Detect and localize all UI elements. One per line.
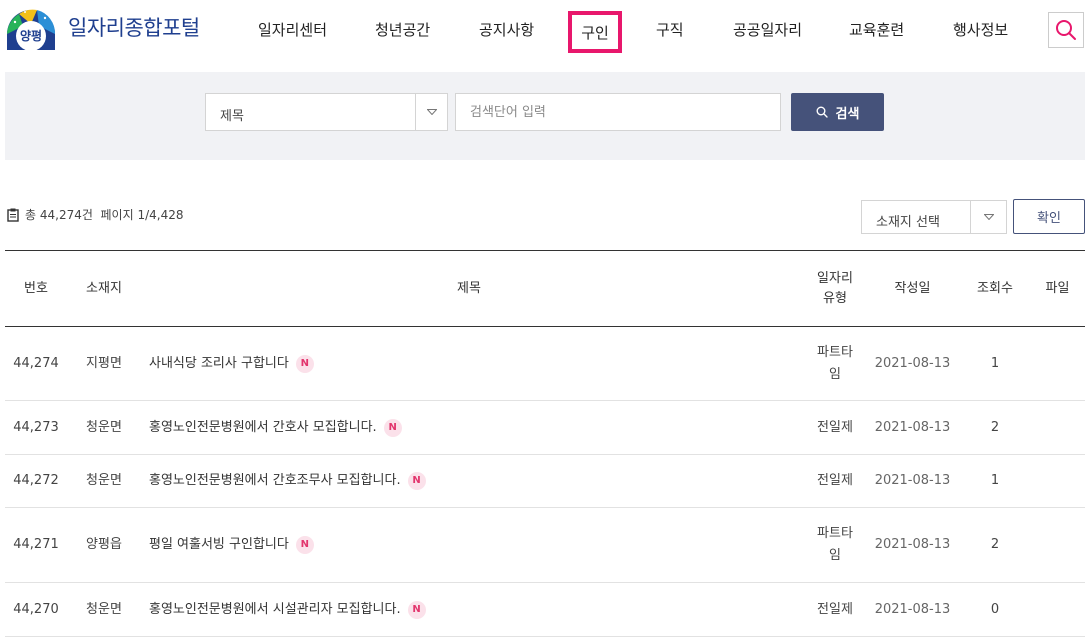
- row-title-cell: 평일 여훌서빙 구인합니다 N: [149, 508, 789, 582]
- row-views: 0: [990, 601, 1000, 617]
- row-views: 2: [990, 537, 1000, 552]
- row-title-cell: 홍영노인전문병원에서 간호사 모집합니다. N: [149, 401, 789, 454]
- result-summary: 총 44,274건 페이지 1/4,428: [7, 206, 183, 223]
- row-num: 44,271: [13, 537, 59, 552]
- row-num: 44,274: [13, 355, 59, 371]
- row-location: 청운면: [86, 419, 122, 435]
- new-badge: N: [295, 536, 314, 554]
- nav-item-notice[interactable]: 공지사항: [479, 19, 534, 40]
- chevron-down-icon[interactable]: [415, 94, 447, 130]
- nav-item-recruit-label: 구인: [581, 23, 609, 42]
- header-views: 조회수: [977, 280, 1013, 296]
- row-date: 2021-08-13: [874, 537, 951, 552]
- search-band: 제목 검색: [5, 72, 1085, 160]
- row-title-cell: 홍영노인전문병원에서 시설관리자 모집합니다. N: [149, 583, 789, 636]
- row-location: 청운면: [86, 601, 122, 617]
- table-header: 번호 소재지 제목 일자리 유형 작성일 조회수 파일: [5, 250, 1085, 327]
- confirm-button[interactable]: 확인: [1013, 199, 1085, 234]
- site-logo[interactable]: 양평: [5, 4, 57, 50]
- row-type: 파트타 임: [800, 327, 870, 400]
- header-file: 파일: [1045, 280, 1070, 296]
- header-type-line2: 유형: [823, 290, 847, 306]
- new-badge: N: [383, 418, 402, 437]
- row-file: [1030, 508, 1085, 582]
- location-select-value: 소재지 선택: [876, 215, 940, 230]
- row-views: 1: [990, 473, 1000, 488]
- search-field-select[interactable]: 제목: [205, 93, 448, 131]
- row-title-link[interactable]: 홍영노인전문병원에서 시설관리자 모집합니다.: [149, 599, 401, 621]
- header-type-line1: 일자리: [817, 270, 853, 286]
- new-badge: N: [407, 472, 426, 490]
- row-file: [1030, 583, 1085, 636]
- row-num: 44,273: [13, 419, 59, 435]
- row-date: 2021-08-13: [874, 473, 951, 488]
- row-type: 파트타 임: [800, 508, 870, 582]
- header-title: 제목: [457, 280, 481, 296]
- row-num: 44,272: [13, 473, 59, 488]
- row-title-cell: 홍영노인전문병원에서 간호조무사 모집합니다. N: [149, 455, 789, 507]
- table-row[interactable]: 44,270 청운면 홍영노인전문병원에서 시설관리자 모집합니다. N 전일제…: [5, 583, 1085, 637]
- row-views: 1: [990, 355, 1000, 371]
- header-num: 번호: [24, 280, 48, 296]
- header-location: 소재지: [86, 280, 122, 296]
- row-type-line1: 파트타: [817, 344, 853, 360]
- row-title-link[interactable]: 평일 여훌서빙 구인합니다: [149, 534, 289, 556]
- table-row[interactable]: 44,272 청운면 홍영노인전문병원에서 간호조무사 모집합니다. N 전일제…: [5, 455, 1085, 508]
- row-type-line2: 임: [829, 548, 841, 563]
- new-badge: N: [295, 354, 314, 373]
- search-button-label: 검색: [835, 106, 860, 122]
- search-icon: [1056, 20, 1076, 40]
- table-row[interactable]: 44,271 양평읍 평일 여훌서빙 구인합니다 N 파트타 임 2021-08…: [5, 508, 1085, 583]
- header-date: 작성일: [894, 280, 931, 296]
- nav-item-youth[interactable]: 청년공간: [375, 19, 430, 40]
- row-title-link[interactable]: 홍영노인전문병원에서 간호사 모집합니다.: [149, 417, 377, 439]
- row-date: 2021-08-13: [874, 355, 951, 371]
- row-date: 2021-08-13: [874, 419, 951, 435]
- result-summary-text: 총 44,274건 페이지 1/4,428: [25, 208, 184, 222]
- job-table: 번호 소재지 제목 일자리 유형 작성일 조회수 파일 44,274 지평면 사…: [5, 250, 1085, 637]
- row-location: 청운면: [86, 473, 122, 488]
- row-num: 44,270: [13, 601, 59, 617]
- row-type-line1: 파트타: [817, 526, 853, 541]
- table-row[interactable]: 44,274 지평면 사내식당 조리사 구합니다 N 파트타 임 2021-08…: [5, 327, 1085, 401]
- search-icon: [816, 106, 828, 118]
- location-select[interactable]: 소재지 선택: [861, 200, 1007, 234]
- nav-item-recruit[interactable]: 구인: [568, 11, 622, 53]
- site-header: 양평 일자리종합포털 일자리센터 청년공간 공지사항 구인 구직 공공일자리 교…: [0, 0, 1089, 65]
- logo-text: 양평: [19, 29, 43, 43]
- row-type-line2: 임: [829, 366, 841, 382]
- row-type: 전일제: [817, 419, 853, 435]
- new-badge: N: [407, 600, 426, 619]
- row-title-link[interactable]: 홍영노인전문병원에서 간호조무사 모집합니다.: [149, 470, 401, 492]
- nav-item-jobcenter[interactable]: 일자리센터: [258, 19, 327, 40]
- header-type: 일자리 유형: [800, 251, 870, 326]
- search-button[interactable]: 검색: [791, 93, 884, 131]
- search-field-value: 제목: [220, 109, 244, 124]
- site-title[interactable]: 일자리종합포털: [68, 12, 200, 42]
- row-views: 2: [990, 419, 1000, 435]
- document-icon: [7, 208, 19, 222]
- row-file: [1030, 327, 1085, 400]
- table-row[interactable]: 44,273 청운면 홍영노인전문병원에서 간호사 모집합니다. N 전일제 2…: [5, 401, 1085, 455]
- row-date: 2021-08-13: [874, 601, 951, 617]
- chevron-down-icon[interactable]: [970, 201, 1006, 233]
- row-title-link[interactable]: 사내식당 조리사 구합니다: [149, 353, 289, 375]
- search-input[interactable]: [455, 93, 781, 131]
- row-type: 전일제: [817, 473, 853, 488]
- nav-item-training[interactable]: 교육훈련: [849, 19, 904, 40]
- nav-item-events[interactable]: 행사정보: [953, 19, 1008, 40]
- row-file: [1030, 455, 1085, 507]
- nav-item-jobseek[interactable]: 구직: [656, 19, 684, 40]
- row-file: [1030, 401, 1085, 454]
- header-search-button[interactable]: [1048, 12, 1084, 48]
- row-location: 지평면: [86, 355, 122, 371]
- row-location: 양평읍: [86, 537, 122, 552]
- row-title-cell: 사내식당 조리사 구합니다 N: [149, 327, 789, 400]
- row-type: 전일제: [817, 601, 853, 617]
- nav-item-public-jobs[interactable]: 공공일자리: [733, 19, 802, 40]
